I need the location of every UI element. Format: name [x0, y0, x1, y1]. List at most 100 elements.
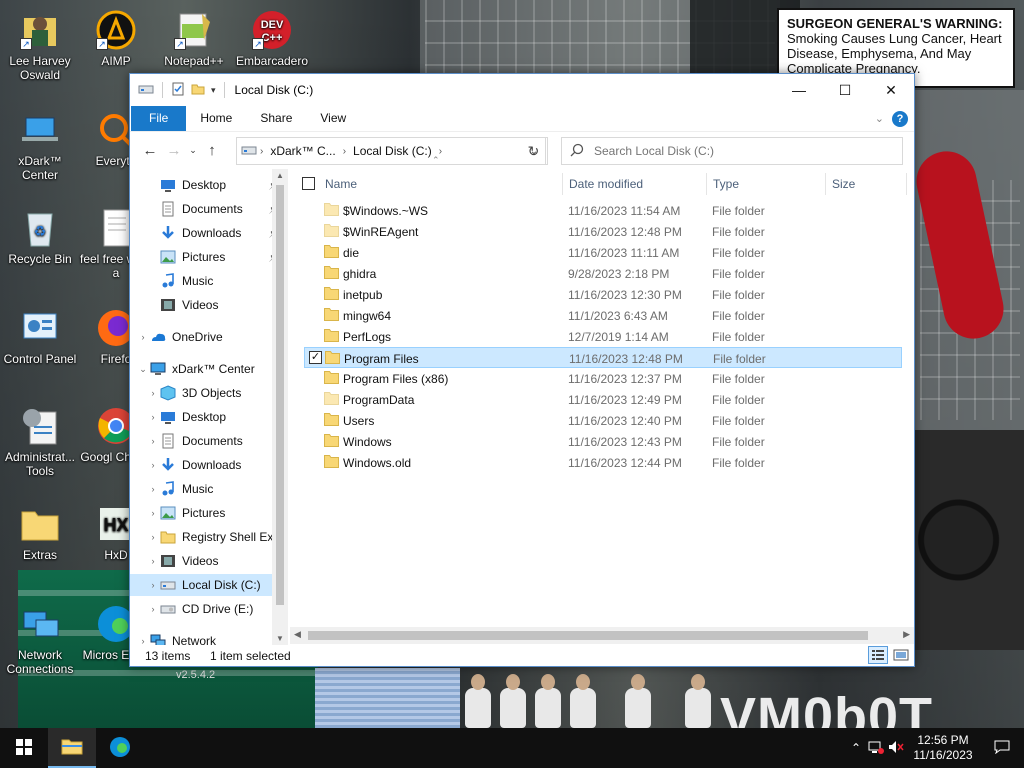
chevron-up-icon[interactable]: ⌃: [846, 741, 866, 755]
start-button[interactable]: [0, 728, 48, 768]
row-checkbox[interactable]: ✓: [309, 351, 322, 364]
file-row[interactable]: ghidra 9/28/2023 2:18 PM File folder: [304, 263, 902, 284]
chevron-right-icon[interactable]: ›: [146, 436, 160, 446]
nav-item-cd-drive-e[interactable]: › CD Drive (E:): [130, 598, 288, 620]
desktop-icon-lee-harvey-oswald[interactable]: ↗ Lee Harvey Oswald: [0, 10, 80, 82]
column-type[interactable]: Type: [713, 177, 739, 191]
nav-item-music[interactable]: Music: [130, 270, 288, 292]
back-button[interactable]: ←: [138, 139, 162, 163]
nav-item-network[interactable]: › Network: [130, 630, 288, 645]
nav-item-3d-objects[interactable]: › 3D Objects: [130, 382, 288, 404]
chevron-right-icon[interactable]: ›: [146, 484, 160, 494]
nav-item-desktop[interactable]: Desktop📌: [130, 174, 288, 196]
expand-ribbon-icon[interactable]: ⌄: [875, 112, 884, 125]
column-name[interactable]: Name: [325, 177, 357, 191]
column-size[interactable]: Size: [832, 177, 855, 191]
taskbar-file-explorer[interactable]: [48, 728, 96, 768]
up-button[interactable]: ↑: [200, 139, 224, 163]
chevron-right-icon[interactable]: ›: [146, 460, 160, 470]
nav-item-videos[interactable]: › Videos: [130, 550, 288, 572]
customize-qat-icon[interactable]: ▾: [211, 85, 216, 96]
nav-item-xdark-center[interactable]: ⌄ xDark™ Center: [130, 358, 288, 380]
new-folder-icon[interactable]: [191, 82, 205, 99]
maximize-button[interactable]: ☐: [822, 74, 868, 106]
file-row[interactable]: mingw64 11/1/2023 6:43 AM File folder: [304, 305, 902, 326]
search-input[interactable]: [594, 144, 874, 158]
nav-item-videos[interactable]: Videos: [130, 294, 288, 316]
chevron-right-icon[interactable]: ›: [146, 556, 160, 566]
details-view-icon[interactable]: [868, 646, 888, 664]
scroll-down-icon[interactable]: ▼: [276, 634, 284, 643]
nav-item-music[interactable]: › Music: [130, 478, 288, 500]
nav-item-documents[interactable]: Documents📌: [130, 198, 288, 220]
address-box[interactable]: › xDark™ C... › Local Disk (C:) › ⌄: [236, 137, 546, 165]
scroll-right-icon[interactable]: ▶: [903, 629, 910, 640]
chevron-right-icon[interactable]: ›: [146, 532, 160, 542]
tab-share[interactable]: Share: [246, 106, 306, 131]
chevron-right-icon[interactable]: ›: [146, 388, 160, 398]
desktop-icon-embarcadero[interactable]: DEV C++ ↗ Embarcadero: [232, 10, 312, 68]
nav-scroll-thumb[interactable]: [276, 185, 284, 605]
tab-view[interactable]: View: [306, 106, 360, 131]
file-row[interactable]: ProgramData 11/16/2023 12:49 PM File folde…: [304, 389, 902, 410]
desktop-icon-control-panel[interactable]: Control Panel: [0, 308, 80, 366]
chevron-right-icon[interactable]: ›: [257, 146, 266, 157]
chevron-right-icon[interactable]: ›: [340, 146, 349, 157]
close-button[interactable]: ✕: [868, 74, 914, 106]
nav-item-downloads[interactable]: › Downloads: [130, 454, 288, 476]
taskbar-edge[interactable]: [96, 728, 144, 768]
nav-item-onedrive[interactable]: › OneDrive: [130, 326, 288, 348]
desktop-icon-aimp[interactable]: ↗ AIMP: [76, 10, 156, 68]
desktop-icon-notepadpp[interactable]: ↗ Notepad++: [154, 10, 234, 68]
nav-item-local-disk-c[interactable]: › Local Disk (C:): [130, 574, 288, 596]
horizontal-scrollbar[interactable]: ◀ ▶: [290, 627, 914, 644]
nav-item-downloads[interactable]: Downloads📌: [130, 222, 288, 244]
file-row[interactable]: PerfLogs 12/7/2019 1:14 AM File folder: [304, 326, 902, 347]
file-row[interactable]: die 11/16/2023 11:11 AM File folder: [304, 242, 902, 263]
nav-item-desktop[interactable]: › Desktop: [130, 406, 288, 428]
search-box[interactable]: [561, 137, 903, 165]
scroll-left-icon[interactable]: ◀: [294, 629, 301, 640]
chevron-right-icon[interactable]: ›: [136, 332, 150, 342]
forward-button[interactable]: →: [162, 139, 186, 163]
file-row[interactable]: inetpub 11/16/2023 12:30 PM File folder: [304, 284, 902, 305]
chevron-right-icon[interactable]: ›: [146, 604, 160, 614]
help-icon[interactable]: ?: [892, 110, 908, 127]
network-status-icon[interactable]: [866, 740, 886, 757]
large-icons-view-icon[interactable]: [892, 647, 910, 663]
properties-icon[interactable]: [171, 82, 185, 99]
chevron-down-icon[interactable]: ⌄: [136, 364, 150, 375]
breadcrumb-this-pc[interactable]: xDark™ C...: [266, 144, 339, 158]
nav-item-pictures[interactable]: › Pictures: [130, 502, 288, 524]
select-all-checkbox[interactable]: [302, 177, 315, 190]
tab-file[interactable]: File: [131, 106, 187, 131]
minimize-button[interactable]: —: [776, 74, 822, 106]
scroll-up-icon[interactable]: ▲: [276, 171, 284, 180]
file-row[interactable]: $Windows.~WS 11/16/2023 11:54 AM File fold…: [304, 200, 902, 221]
chevron-right-icon[interactable]: ›: [136, 636, 150, 645]
nav-item-registry-shell-ex[interactable]: › Registry Shell Ex: [130, 526, 288, 548]
file-row[interactable]: Windows 11/16/2023 12:43 PM File folder: [304, 431, 902, 452]
refresh-button[interactable]: ↻: [520, 137, 548, 165]
desktop-icon-recycle-bin[interactable]: ♻ Recycle Bin: [0, 208, 80, 266]
chevron-right-icon[interactable]: ›: [146, 508, 160, 518]
clock[interactable]: 12:56 PM 11/16/2023: [906, 733, 980, 763]
chevron-right-icon[interactable]: ›: [146, 580, 160, 590]
horizontal-scroll-thumb[interactable]: [308, 631, 868, 640]
notifications-icon[interactable]: [980, 740, 1024, 757]
title-bar[interactable]: ▾ Local Disk (C:) — ☐ ✕: [130, 74, 914, 106]
tab-home[interactable]: Home: [186, 106, 246, 131]
file-row[interactable]: $WinREAgent 11/16/2023 12:48 PM File folde…: [304, 221, 902, 242]
desktop-icon-network-connections[interactable]: Network Connections: [0, 604, 80, 676]
file-row[interactable]: Windows.old 11/16/2023 12:44 PM File folde…: [304, 452, 902, 473]
nav-item-documents[interactable]: › Documents: [130, 430, 288, 452]
file-row[interactable]: Program Files (x86) 11/16/2023 12:37 PM Fi…: [304, 368, 902, 389]
volume-muted-icon[interactable]: [886, 740, 906, 757]
file-row[interactable]: Users 11/16/2023 12:40 PM File folder: [304, 410, 902, 431]
nav-scrollbar[interactable]: ▲ ▼: [272, 169, 288, 645]
desktop-icon-xdark-center[interactable]: xDark™ Center: [0, 110, 80, 182]
chevron-right-icon[interactable]: ›: [146, 412, 160, 422]
file-row[interactable]: ✓ Program Files 11/16/2023 12:48 PM File fo…: [304, 347, 902, 368]
nav-item-pictures[interactable]: Pictures📌: [130, 246, 288, 268]
column-date-modified[interactable]: Date modified: [569, 177, 643, 191]
